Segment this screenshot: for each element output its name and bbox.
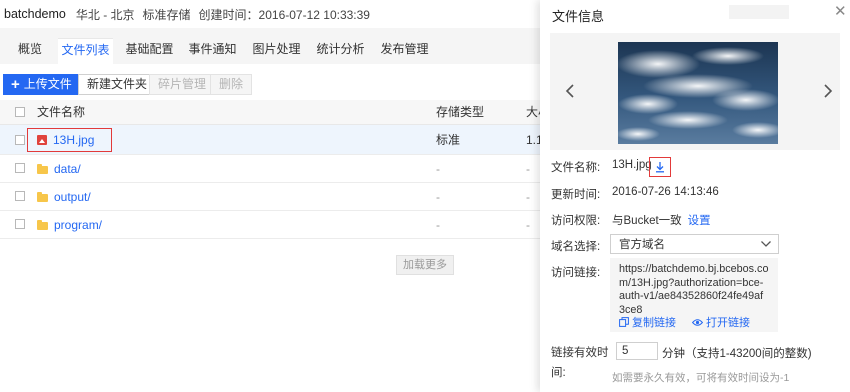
copy-link-button[interactable]: 复制链接 <box>619 314 676 330</box>
expiry-label-cont: 间: <box>551 367 566 379</box>
row-checkbox[interactable] <box>15 219 25 229</box>
table-row[interactable]: output/ - - <box>0 183 540 211</box>
drawer-title: 文件信息 <box>552 9 605 24</box>
permission-value: 与Bucket一致 设置 <box>612 212 711 228</box>
folder-name-link[interactable]: program/ <box>54 211 102 239</box>
permission-text: 与Bucket一致 <box>612 215 682 227</box>
upload-file-button[interactable]: + 上传文件 <box>3 74 80 95</box>
close-icon[interactable]: ✕ <box>834 4 847 20</box>
bucket-region: 华北 - 北京 <box>75 7 135 22</box>
folder-name-link[interactable]: output/ <box>54 183 91 211</box>
table-row[interactable]: program/ - - <box>0 211 540 239</box>
chevron-down-icon <box>761 241 771 247</box>
open-link-button[interactable]: 打开链接 <box>692 314 750 330</box>
size-cell: - <box>526 218 530 232</box>
delete-button[interactable]: 删除 <box>210 74 253 95</box>
storage-type-cell: 标准 <box>436 133 461 147</box>
download-icon <box>656 162 664 173</box>
file-name-cell[interactable]: output/ <box>37 183 91 211</box>
table-header: 文件名称 存储类型 大小 <box>0 100 540 125</box>
folder-name-link[interactable]: data/ <box>54 155 81 183</box>
updated-time-value: 2016-07-26 14:13:46 <box>612 186 719 198</box>
bucket-storage-class: 标准存储 <box>142 7 191 22</box>
size-cell: 1.1 <box>526 133 540 147</box>
expiry-unit-text: 分钟（支持1-43200间的整数) <box>662 348 812 360</box>
eye-icon <box>692 318 703 326</box>
copy-icon <box>619 317 629 327</box>
upload-file-label: 上传文件 <box>23 77 72 91</box>
header-size: 大小 <box>526 105 540 119</box>
link-actions: 复制链接 打开链接 <box>619 314 750 330</box>
fragment-manage-button[interactable]: 碎片管理 <box>149 74 216 95</box>
row-checkbox[interactable] <box>15 135 25 145</box>
tab-image-process[interactable]: 图片处理 <box>249 38 304 64</box>
table-row[interactable]: data/ - - <box>0 155 540 183</box>
chevron-right-icon[interactable] <box>820 83 834 99</box>
image-preview <box>550 33 840 150</box>
file-name-cell[interactable]: program/ <box>37 211 102 239</box>
tab-publish[interactable]: 发布管理 <box>377 38 432 64</box>
header-storage-type: 存储类型 <box>436 105 485 119</box>
row-checkbox[interactable] <box>15 163 25 173</box>
sky-photo-thumbnail <box>618 42 778 144</box>
folder-icon <box>37 219 48 230</box>
copy-link-label: 复制链接 <box>632 317 676 329</box>
access-link-box: https://batchdemo.bj.bcebos.com/13H.jpg?… <box>610 258 778 332</box>
storage-type-cell: - <box>436 162 440 176</box>
file-name-label: 文件名称: <box>551 162 601 174</box>
tab-file-list[interactable]: 文件列表 <box>58 38 113 64</box>
select-all-checkbox[interactable] <box>15 107 25 117</box>
plus-icon: + <box>11 76 20 93</box>
storage-type-cell: - <box>436 218 440 232</box>
file-name-cell[interactable]: data/ <box>37 155 81 183</box>
bucket-info-bar: batchdemo 华北 - 北京 标准存储 创建时间：2016-07-12 1… <box>0 0 540 28</box>
expiry-hint-text: 如需要永久有效，可将有效时间设为-1 <box>612 372 790 384</box>
download-button[interactable] <box>649 157 671 177</box>
main-panel: batchdemo 华北 - 北京 标准存储 创建时间：2016-07-12 1… <box>0 0 540 392</box>
tab-bar: 概览 文件列表 基础配置 事件通知 图片处理 统计分析 发布管理 <box>0 28 540 64</box>
header-ghost-area <box>729 5 789 19</box>
header-file-name: 文件名称 <box>37 105 86 119</box>
tab-event-notify[interactable]: 事件通知 <box>185 38 240 64</box>
row-checkbox[interactable] <box>15 191 25 201</box>
updated-time-label: 更新时间: <box>551 189 601 201</box>
load-more-button[interactable]: 加载更多 <box>396 255 454 275</box>
domain-selected-value: 官方域名 <box>619 239 665 251</box>
access-link-url: https://batchdemo.bj.bcebos.com/13H.jpg?… <box>619 263 769 316</box>
folder-icon <box>37 163 48 174</box>
folder-icon <box>37 191 48 202</box>
tab-overview[interactable]: 概览 <box>10 38 50 64</box>
size-cell: - <box>526 162 530 176</box>
file-name-value: 13H.jpg <box>612 159 652 171</box>
tab-statistics[interactable]: 统计分析 <box>313 38 368 64</box>
new-folder-button[interactable]: 新建文件夹 <box>78 74 157 95</box>
domain-select[interactable]: 官方域名 <box>610 234 779 254</box>
file-info-drawer: 文件信息 ✕ 文件名称: 13H.jpg 更新时间: 2016-07-26 14… <box>540 0 850 392</box>
domain-select-label: 域名选择: <box>551 241 601 253</box>
bucket-created-time: 创建时间：2016-07-12 10:33:39 <box>198 7 370 22</box>
bucket-name: batchdemo <box>4 7 66 21</box>
permission-settings-link[interactable]: 设置 <box>688 215 711 227</box>
highlight-box <box>27 128 112 152</box>
expiry-label: 链接有效时 <box>551 347 609 359</box>
permission-label: 访问权限: <box>551 215 601 227</box>
table-row[interactable]: 13H.jpg 标准 1.1 <box>0 125 540 155</box>
access-link-label: 访问链接: <box>551 267 601 279</box>
tab-basic-config[interactable]: 基础配置 <box>122 38 177 64</box>
storage-type-cell: - <box>436 190 440 204</box>
file-toolbar: + 上传文件 新建文件夹 碎片管理 删除 <box>0 64 540 102</box>
size-cell: - <box>526 190 530 204</box>
open-link-label: 打开链接 <box>706 317 750 329</box>
expiry-minutes-input[interactable]: 5 <box>616 342 658 360</box>
chevron-left-icon[interactable] <box>564 83 578 99</box>
file-table: 文件名称 存储类型 大小 13H.jpg 标准 1.1 data/ - - <box>0 100 540 239</box>
